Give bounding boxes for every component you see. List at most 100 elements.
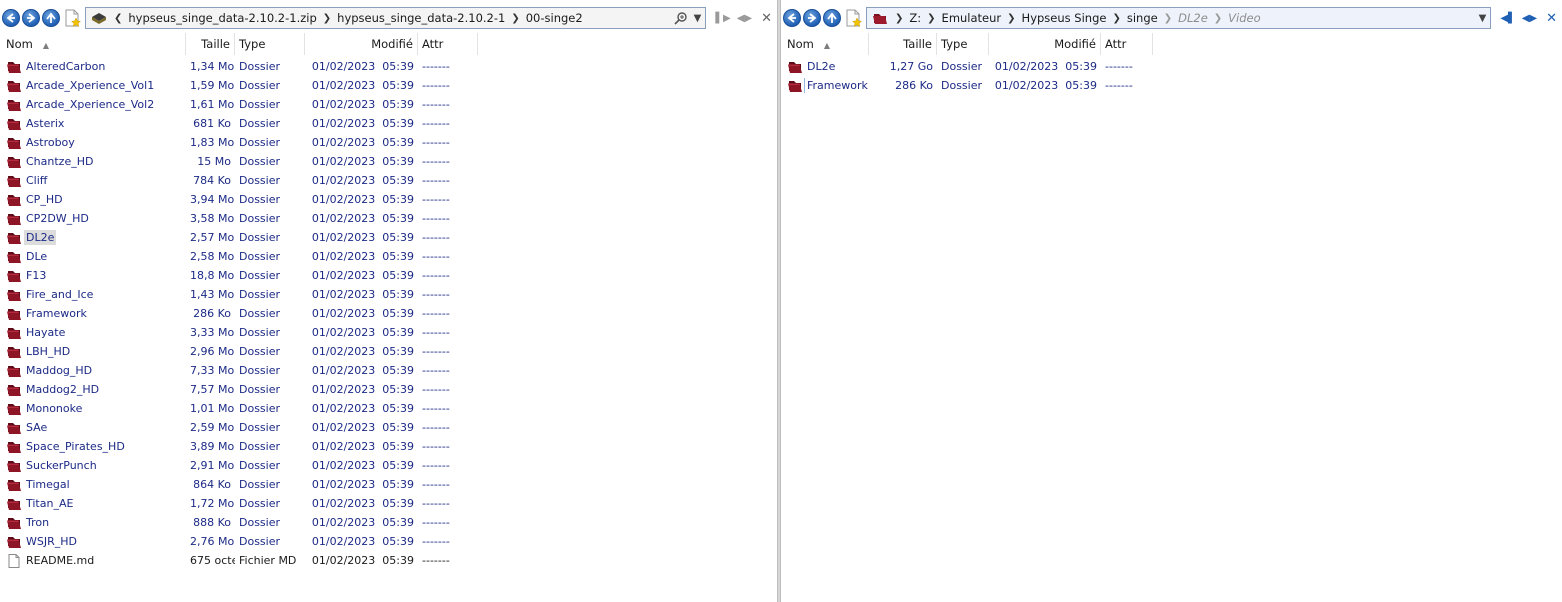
folder-row[interactable]: Titan_AE 1,72 Mo Dossier 01/02/2023 05:39 --… [0, 494, 777, 513]
row-time: 05:39 [382, 60, 414, 73]
breadcrumb-emulateur[interactable]: Emulateur [942, 11, 1002, 25]
up-arrow-icon[interactable] [823, 9, 841, 27]
row-name-cell: Mononoke [0, 401, 186, 416]
folder-row[interactable]: Timegal 864 Ko Dossier 01/02/2023 05:39 ----… [0, 475, 777, 494]
column-modified[interactable]: Modifié [305, 33, 418, 55]
column-modified[interactable]: Modifié [989, 33, 1101, 55]
breadcrumb-zip[interactable]: hypseus_singe_data-2.10.2-1.zip [128, 11, 316, 25]
column-type[interactable]: Type [937, 33, 989, 55]
row-name: DLe [26, 250, 48, 263]
row-time: 05:39 [382, 535, 414, 548]
breadcrumb-singe[interactable]: singe [1127, 11, 1158, 25]
folder-row[interactable]: Space_Pirates_HD 3,89 Mo Dossier 01/02/2023… [0, 437, 777, 456]
pane-next-icon[interactable]: ◀▶ [1522, 13, 1537, 24]
row-type: Dossier [239, 383, 281, 396]
left-address-bar[interactable]: ❮ hypseus_singe_data-2.10.2-1.zip ❯ hyps… [85, 7, 707, 29]
folder-row[interactable]: Astroboy 1,83 Mo Dossier 01/02/2023 05:39 --… [0, 133, 777, 152]
folder-row[interactable]: F13 18,8 Mo Dossier 01/02/2023 05:39 ------- [0, 266, 777, 285]
row-type: Dossier [239, 79, 281, 92]
row-type: Dossier [239, 535, 281, 548]
row-size: 1,83 Mo [190, 136, 235, 149]
folder-row[interactable]: DL2e 1,27 Go Dossier 01/02/2023 05:39 ------… [781, 57, 1562, 76]
row-name-cell: CP_HD [0, 192, 186, 207]
row-name: AlteredCarbon [26, 60, 106, 73]
folder-row[interactable]: Maddog2_HD 7,57 Mo Dossier 01/02/2023 05:39… [0, 380, 777, 399]
folder-row[interactable]: Tron 888 Ko Dossier 01/02/2023 05:39 ------- [0, 513, 777, 532]
right-address-toolbar: ❯ Z: ❯ Emulateur ❯ Hypseus Singe ❯ singe… [781, 6, 1562, 30]
row-modified: 01/02/2023 05:39 [305, 231, 418, 244]
row-time: 05:39 [382, 212, 414, 225]
chevron-down-icon[interactable]: ▼ [1479, 13, 1487, 24]
row-time: 05:39 [382, 231, 414, 244]
folder-row[interactable]: DLe 2,58 Mo Dossier 01/02/2023 05:39 ------- [0, 247, 777, 266]
breadcrumb-current-folder[interactable]: 00-singe2 [526, 11, 583, 25]
row-date: 01/02/2023 [311, 60, 376, 73]
folder-row[interactable]: Chantze_HD 15 Mo Dossier 01/02/2023 05:39 --… [0, 152, 777, 171]
folder-row[interactable]: Hayate 3,33 Mo Dossier 01/02/2023 05:39 ----… [0, 323, 777, 342]
folder-row[interactable]: AlteredCarbon 1,34 Mo Dossier 01/02/2023 05… [0, 57, 777, 76]
row-name: Maddog2_HD [26, 383, 100, 396]
folder-row[interactable]: WSJR_HD 2,76 Mo Dossier 01/02/2023 05:39 ---… [0, 532, 777, 551]
folder-row[interactable]: Framework 286 Ko Dossier 01/02/2023 05:39 --… [781, 76, 1562, 95]
close-icon[interactable]: ✕ [761, 11, 772, 26]
row-name-cell: Chantze_HD [0, 154, 186, 169]
up-arrow-icon[interactable] [42, 9, 60, 27]
forward-arrow-icon[interactable] [803, 9, 821, 27]
row-type: Dossier [239, 174, 281, 187]
breadcrumb-hypseus-singe[interactable]: Hypseus Singe [1022, 11, 1107, 25]
column-type[interactable]: Type [235, 33, 305, 55]
folder-row[interactable]: DL2e 2,57 Mo Dossier 01/02/2023 05:39 ------… [0, 228, 777, 247]
folder-row[interactable]: Mononoke 1,01 Mo Dossier 01/02/2023 05:39 --… [0, 399, 777, 418]
row-date: 01/02/2023 [994, 60, 1059, 73]
folder-row[interactable]: Maddog_HD 7,33 Mo Dossier 01/02/2023 05:39-… [0, 361, 777, 380]
new-folder-icon[interactable] [62, 8, 82, 28]
chevron-down-icon[interactable]: ▼ [694, 13, 702, 24]
folder-row[interactable]: CP_HD 3,94 Mo Dossier 01/02/2023 05:39 -----… [0, 190, 777, 209]
row-name: Timegal [26, 478, 70, 491]
row-size: 2,91 Mo [190, 459, 235, 472]
column-size[interactable]: Taille [186, 33, 235, 55]
column-size[interactable]: Taille [869, 33, 937, 55]
close-icon[interactable]: ✕ [1546, 11, 1557, 26]
folder-row[interactable]: Framework 286 Ko Dossier 01/02/2023 05:39 --… [0, 304, 777, 323]
column-name[interactable]: Nom ▲ [781, 33, 869, 55]
row-attr: ------- [422, 402, 450, 415]
folder-row[interactable]: Fire_and_Ice 1,43 Mo Dossier 01/02/2023 05:… [0, 285, 777, 304]
folder-row[interactable]: SuckerPunch 2,91 Mo Dossier 01/02/2023 05:3… [0, 456, 777, 475]
row-date: 01/02/2023 [311, 193, 376, 206]
column-attr[interactable]: Attr [418, 33, 478, 55]
folder-row[interactable]: Arcade_Xperience_Vol2 1,61 Mo Dossier 01/02… [0, 95, 777, 114]
row-time: 05:39 [382, 98, 414, 111]
row-attr: ------- [422, 364, 450, 377]
row-name: Mononoke [26, 402, 83, 415]
back-arrow-icon[interactable] [783, 9, 801, 27]
forward-arrow-icon[interactable] [22, 9, 40, 27]
breadcrumb-drive[interactable]: Z: [909, 11, 921, 25]
pane-prev-icon[interactable]: ▌▶ [715, 13, 730, 24]
folder-icon [7, 270, 21, 282]
row-attr: ------- [422, 60, 450, 73]
pane-next-icon[interactable]: ◀▶ [737, 13, 752, 24]
folder-row[interactable]: LBH_HD 2,96 Mo Dossier 01/02/2023 05:39 ----… [0, 342, 777, 361]
folder-row[interactable]: Arcade_Xperience_Vol1 1,59 Mo Dossier 01/02… [0, 76, 777, 95]
back-arrow-icon[interactable] [2, 9, 20, 27]
row-date: 01/02/2023 [311, 421, 376, 434]
column-name[interactable]: Nom ▲ [0, 33, 186, 55]
file-row[interactable]: README.md 675 octets Fichier MD 01/02/2023 … [0, 551, 777, 570]
breadcrumb-archive-folder[interactable]: hypseus_singe_data-2.10.2-1 [337, 11, 505, 25]
row-type: Dossier [239, 155, 281, 168]
folder-row[interactable]: Asterix 681 Ko Dossier 01/02/2023 05:39 ----… [0, 114, 777, 133]
right-address-bar[interactable]: ❯ Z: ❯ Emulateur ❯ Hypseus Singe ❯ singe… [866, 7, 1492, 29]
breadcrumb-history-dl2e[interactable]: DL2e [1178, 11, 1208, 25]
new-folder-icon[interactable] [843, 8, 863, 28]
breadcrumb-separator: ❯ [1112, 12, 1121, 24]
search-icon[interactable] [674, 11, 688, 25]
breadcrumb-history-video[interactable]: Video [1228, 11, 1260, 25]
pane-prev-icon[interactable]: ◀▌ [1500, 13, 1515, 24]
folder-row[interactable]: Cliff 784 Ko Dossier 01/02/2023 05:39 ------… [0, 171, 777, 190]
row-time: 05:39 [382, 402, 414, 415]
column-attr[interactable]: Attr [1101, 33, 1153, 55]
folder-row[interactable]: CP2DW_HD 3,58 Mo Dossier 01/02/2023 05:39 --… [0, 209, 777, 228]
row-date: 01/02/2023 [311, 535, 376, 548]
folder-row[interactable]: SAe 2,59 Mo Dossier 01/02/2023 05:39 ------- [0, 418, 777, 437]
